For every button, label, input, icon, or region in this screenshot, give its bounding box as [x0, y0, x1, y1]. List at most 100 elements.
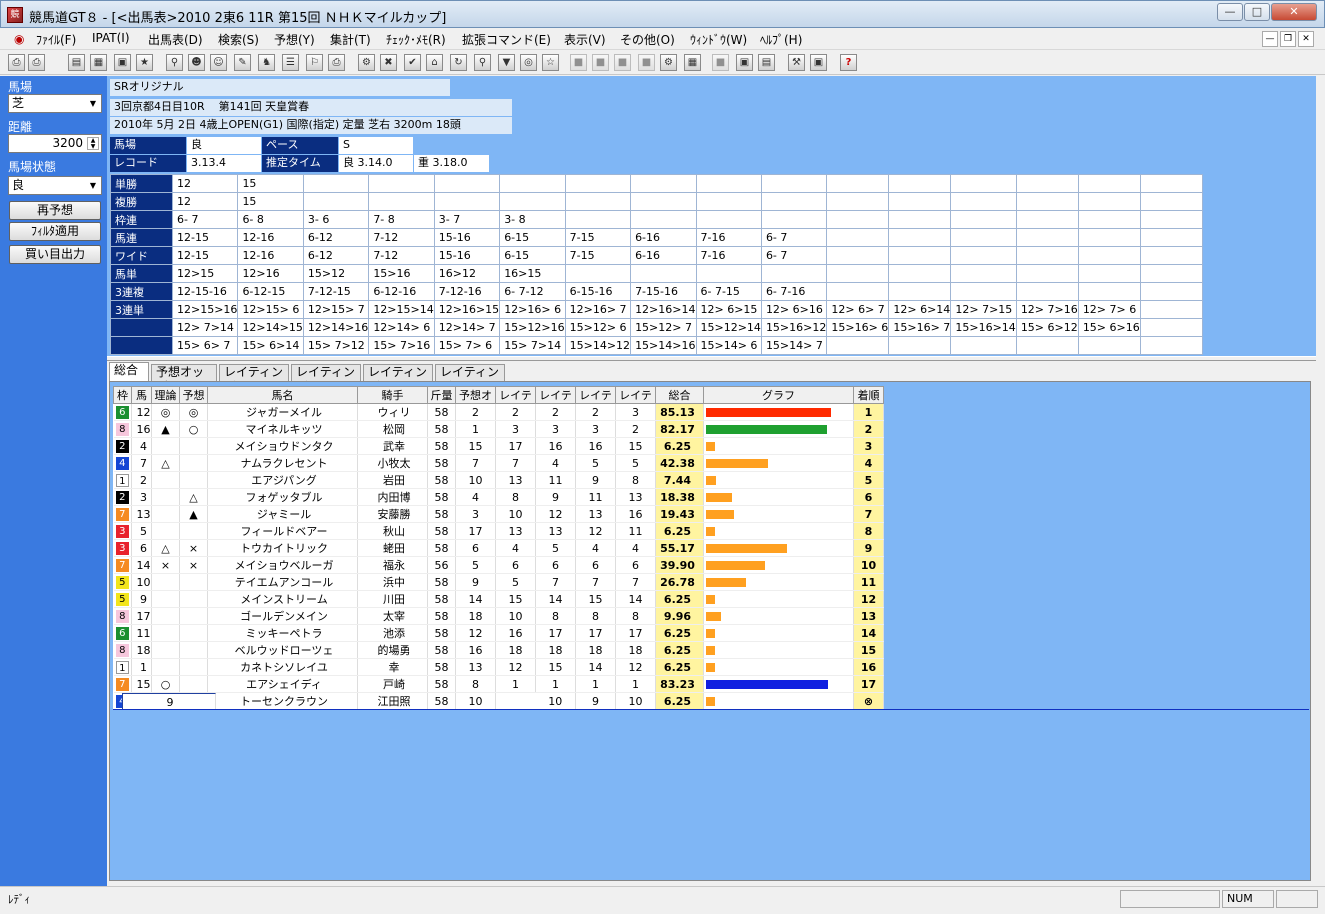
trainer-icon[interactable]: ☻: [188, 54, 205, 71]
jockey-cell[interactable]: 安藤勝: [357, 505, 428, 523]
prediction-mark-cell[interactable]: [179, 675, 208, 693]
table-row[interactable]: 5 10 テイエムアンコール 浜中 58 9 5 7 7 7 26.78 11: [113, 573, 884, 591]
bet-cell[interactable]: 12>15>14: [368, 300, 435, 319]
prediction-mark-cell[interactable]: ×: [179, 539, 208, 557]
prediction-mark-cell[interactable]: [179, 522, 208, 540]
bet-cell[interactable]: 12-16: [237, 228, 304, 247]
bet-cell[interactable]: 6- 8: [237, 210, 304, 229]
bet-cell[interactable]: [1139, 264, 1203, 283]
bet-cell[interactable]: 12>16>15: [433, 300, 501, 319]
bet-cell[interactable]: [826, 192, 890, 211]
menu-other[interactable]: その他(O): [620, 31, 675, 48]
prediction-mark-cell[interactable]: △: [179, 488, 208, 506]
bet-cell[interactable]: 12> 6> 7: [826, 300, 890, 319]
bet-cell[interactable]: [1015, 228, 1079, 247]
col-rating-4[interactable]: レイテ: [615, 386, 656, 404]
bet-cell[interactable]: [950, 174, 1017, 193]
bet-cell[interactable]: 15> 7> 6: [433, 336, 501, 355]
bet-cell[interactable]: [888, 264, 952, 283]
output-bets-button[interactable]: 買い目出力: [9, 245, 101, 264]
col-theory[interactable]: 理論: [151, 386, 180, 404]
table-row[interactable]: 6 11 ミッキーペトラ 池添 58 12 16 17 17 17 6.25 14: [113, 624, 884, 642]
zoom-icon[interactable]: ⚲: [474, 54, 491, 71]
col-waku[interactable]: 枠: [113, 386, 132, 404]
bet-cell[interactable]: [630, 264, 697, 283]
bet-cell[interactable]: 15-16: [433, 246, 501, 265]
theory-mark-cell[interactable]: △: [151, 539, 180, 557]
bet-cell[interactable]: [499, 192, 566, 211]
bet-cell[interactable]: [950, 210, 1017, 229]
jockey-cell[interactable]: 的場勇: [357, 641, 428, 659]
prediction-mark-cell[interactable]: [179, 641, 208, 659]
table-row[interactable]: 8 18 ベルウッドローツェ 的場勇 58 16 18 18 18 18 6.25 15: [113, 641, 884, 659]
col-umaban[interactable]: 馬: [131, 386, 152, 404]
theory-mark-cell[interactable]: ○: [151, 675, 180, 693]
prediction-mark-cell[interactable]: [179, 624, 208, 642]
bet-cell[interactable]: [302, 192, 370, 211]
bet-cell[interactable]: 12: [171, 192, 239, 211]
bet-cell[interactable]: [888, 210, 952, 229]
bet-cell[interactable]: [888, 246, 952, 265]
close-button[interactable]: ✕: [1271, 3, 1317, 21]
prediction-mark-cell[interactable]: [179, 590, 208, 608]
bet-cell[interactable]: [695, 174, 762, 193]
jockey-cell[interactable]: 秋山: [357, 522, 428, 540]
bet-cell[interactable]: 15>12>16: [499, 318, 566, 337]
tab-predicted-odds[interactable]: 予想オッズ: [151, 364, 217, 394]
apply-filter-button[interactable]: ﾌｨﾙﾀ適用: [9, 222, 101, 241]
bet-cell[interactable]: 15>16>12: [760, 318, 828, 337]
table-row[interactable]: 7 13 ▲ ジャミール 安藤勝 58 3 10 12 13 16 19.43 7: [113, 505, 884, 523]
tab-overall[interactable]: 総合: [109, 362, 149, 381]
spin-updown-icon[interactable]: ▲ ▼: [87, 137, 99, 150]
theory-mark-cell[interactable]: ×: [151, 556, 180, 574]
bet-cell[interactable]: [826, 174, 890, 193]
owner-icon[interactable]: ☺: [210, 54, 227, 71]
bet-cell[interactable]: [826, 264, 890, 283]
bet-cell[interactable]: 15> 7>16: [368, 336, 435, 355]
bet-cell[interactable]: [826, 336, 890, 355]
bet-cell[interactable]: 12-15-16: [171, 282, 239, 301]
maximize-button[interactable]: □: [1244, 3, 1270, 21]
table-row[interactable]: 2 3 △ フォゲッタブル 内田博 58 4 8 9 11 13 18.38 6: [113, 488, 884, 506]
rating-1-cell[interactable]: 13: [495, 522, 536, 540]
bet-cell[interactable]: 15>14>16: [630, 336, 697, 355]
theory-mark-cell[interactable]: [151, 522, 180, 540]
menu-race-card[interactable]: 出馬表(D): [148, 31, 203, 48]
bet-cell[interactable]: 12> 7>14: [171, 318, 239, 337]
bet-cell[interactable]: 12> 7>16: [1015, 300, 1079, 319]
bet-cell[interactable]: 15> 7>12: [302, 336, 370, 355]
bet-cell[interactable]: [826, 228, 890, 247]
prediction-mark-cell[interactable]: ×: [179, 556, 208, 574]
bet-cell[interactable]: 6-16: [630, 228, 697, 247]
jockey-cell[interactable]: 幸: [357, 658, 428, 676]
bet-cell[interactable]: 12>15>16: [171, 300, 239, 319]
settings-tool-icon[interactable]: ⚙: [660, 54, 677, 71]
bet-cell[interactable]: [1077, 246, 1141, 265]
odds-icon[interactable]: ⚙: [358, 54, 375, 71]
bet-cell[interactable]: [888, 282, 952, 301]
bet-cell[interactable]: [564, 192, 632, 211]
theory-mark-cell[interactable]: [151, 471, 180, 489]
jockey-cell[interactable]: 浜中: [357, 573, 428, 591]
bet-cell[interactable]: 15>14> 7: [760, 336, 828, 355]
bet-cell[interactable]: 12> 6>16: [760, 300, 828, 319]
wrench-icon[interactable]: ⚒: [788, 54, 805, 71]
rating-1-cell[interactable]: 4: [495, 539, 536, 557]
bet-cell[interactable]: [564, 174, 632, 193]
bet-cell[interactable]: [1077, 192, 1141, 211]
horse-name-cell[interactable]: マイネルキッツ: [207, 420, 358, 438]
printer-icon[interactable]: ⎙: [328, 54, 345, 71]
bet-cell[interactable]: 12>14> 7: [433, 318, 501, 337]
bet-cell[interactable]: [888, 192, 952, 211]
tab-rating-3[interactable]: レイティング: [363, 364, 433, 394]
bet-cell[interactable]: 12>16> 6: [499, 300, 566, 319]
rating-1-cell[interactable]: 8: [495, 488, 536, 506]
table-row[interactable]: 8 17 ゴールデンメイン 太宰 58 18 10 8 8 8 9.96 13: [113, 607, 884, 625]
bet-cell[interactable]: 6- 7: [760, 228, 828, 247]
tab-rating-2[interactable]: レイティング: [291, 364, 361, 394]
rating-1-cell[interactable]: 12: [495, 658, 536, 676]
bet-cell[interactable]: 12> 7> 6: [1077, 300, 1141, 319]
bet-cell[interactable]: [433, 192, 501, 211]
horse-name-cell[interactable]: ゴールデンメイン: [207, 607, 358, 625]
rating-1-cell[interactable]: 13: [495, 471, 536, 489]
